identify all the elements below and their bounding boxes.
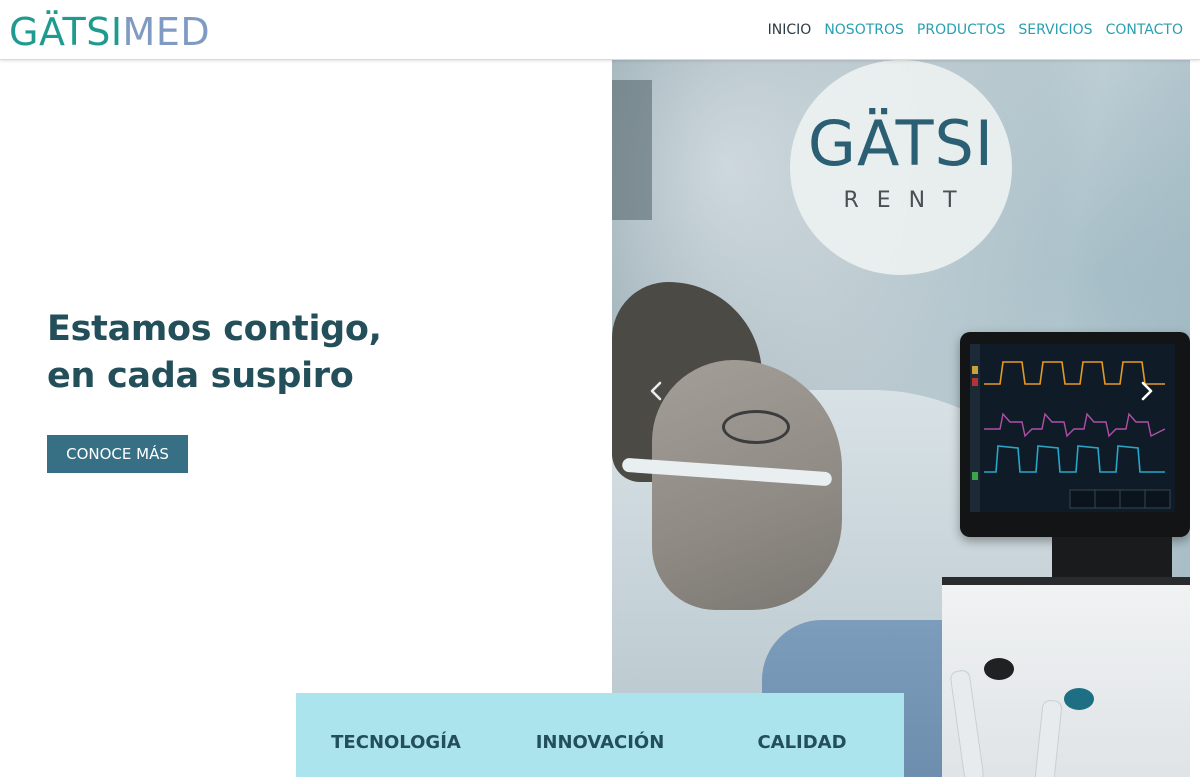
hero-title: Estamos contigo, en cada suspiro <box>47 306 382 400</box>
nav-item-nosotros[interactable]: NOSOTROS <box>824 20 904 40</box>
chevron-left-icon <box>650 381 662 401</box>
hero-slider: GÄTSI RENT <box>612 60 1190 777</box>
gatsi-rent-badge: GÄTSI RENT <box>790 60 1012 275</box>
main-nav: INICIO NOSOTROS PRODUCTOS SERVICIOS CONT… <box>755 20 1183 40</box>
logo-text-med: MED <box>122 10 211 54</box>
slider-prev-button[interactable] <box>645 378 667 404</box>
ventilator-screen-image <box>970 344 1175 512</box>
features-band: TECNOLOGÍA INNOVACIÓN CALIDAD <box>296 693 904 777</box>
badge-sub-text: RENT <box>843 188 975 213</box>
monitor-stand-image <box>1052 537 1172 577</box>
chevron-right-icon <box>1141 381 1153 401</box>
nav-item-servicios[interactable]: SERVICIOS <box>1018 20 1092 40</box>
site-header: GÄTSIMED INICIO NOSOTROS PRODUCTOS SERVI… <box>0 0 1200 60</box>
feature-tecnologia: TECNOLOGÍA <box>331 732 461 753</box>
feature-innovacion: INNOVACIÓN <box>535 732 665 753</box>
nav-item-productos[interactable]: PRODUCTOS <box>917 20 1005 40</box>
hero-title-line-2: en cada suspiro <box>47 356 354 396</box>
gatsimed-logo[interactable]: GÄTSIMED <box>9 10 210 54</box>
slide-background-shadow <box>612 80 652 220</box>
nav-item-contacto[interactable]: CONTACTO <box>1106 20 1183 40</box>
feature-calidad: CALIDAD <box>757 732 847 753</box>
badge-brand-text: GÄTSI <box>807 107 995 180</box>
hose-connector-image <box>1064 688 1094 710</box>
nav-item-inicio[interactable]: INICIO <box>768 20 812 40</box>
ventilator-monitor-image <box>960 332 1190 537</box>
patient-glasses-image <box>722 410 790 444</box>
hero-title-line-1: Estamos contigo, <box>47 309 382 349</box>
logo-text-gatsi: GÄTSI <box>9 10 123 54</box>
slider-next-button[interactable] <box>1136 378 1158 404</box>
hose-connector-image <box>984 658 1014 680</box>
waveform-graphic <box>970 344 1175 512</box>
conoce-mas-button[interactable]: CONOCE MÁS <box>47 435 188 473</box>
